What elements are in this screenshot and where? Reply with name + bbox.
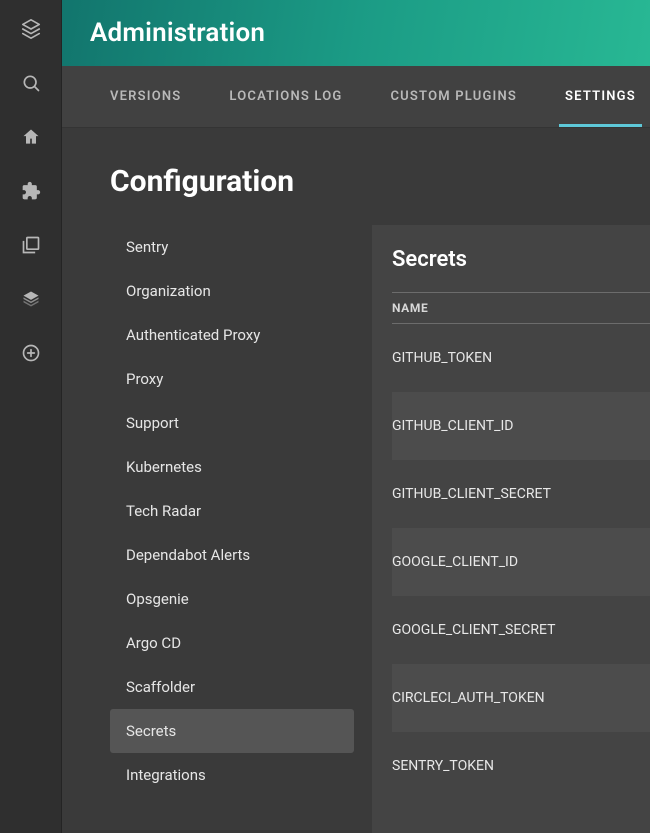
sidenav-item-tech-radar[interactable]: Tech Radar: [110, 489, 354, 533]
sidenav-item-kubernetes[interactable]: Kubernetes: [110, 445, 354, 489]
table-row[interactable]: GOOGLE_CLIENT_SECRET: [392, 596, 650, 664]
content: Configuration Sentry Organization Authen…: [62, 128, 650, 833]
secrets-table-body: GITHUB_TOKEN GITHUB_CLIENT_ID GITHUB_CLI…: [392, 324, 650, 800]
table-row[interactable]: GITHUB_TOKEN: [392, 324, 650, 392]
left-rail: [0, 0, 62, 833]
sidenav-item-argo-cd[interactable]: Argo CD: [110, 621, 354, 665]
sidenav-item-sentry[interactable]: Sentry: [110, 225, 354, 269]
app-root: Administration VERSIONS LOCATIONS LOG CU…: [0, 0, 650, 833]
library-icon[interactable]: [20, 234, 42, 256]
secrets-table-header-name: NAME: [392, 292, 650, 324]
page-header-title: Administration: [90, 18, 265, 48]
page-title: Configuration: [110, 164, 650, 199]
search-icon[interactable]: [20, 72, 42, 94]
table-row[interactable]: GOOGLE_CLIENT_ID: [392, 528, 650, 596]
secret-name: SENTRY_TOKEN: [392, 758, 494, 774]
sidenav-item-dependabot-alerts[interactable]: Dependabot Alerts: [110, 533, 354, 577]
table-row[interactable]: SENTRY_TOKEN: [392, 732, 650, 800]
tab-versions[interactable]: VERSIONS: [110, 67, 181, 126]
sidenav-item-secrets[interactable]: Secrets: [110, 709, 354, 753]
tab-custom-plugins[interactable]: CUSTOM PLUGINS: [390, 67, 517, 126]
sidenav-item-opsgenie[interactable]: Opsgenie: [110, 577, 354, 621]
sidenav-item-scaffolder[interactable]: Scaffolder: [110, 665, 354, 709]
secret-name: GOOGLE_CLIENT_SECRET: [392, 622, 555, 638]
sidenav-item-proxy[interactable]: Proxy: [110, 357, 354, 401]
tab-settings[interactable]: SETTINGS: [565, 67, 636, 126]
secrets-panel: Secrets NAME GITHUB_TOKEN GITHUB_CLIENT_…: [372, 225, 650, 833]
secret-name: CIRCLECI_AUTH_TOKEN: [392, 690, 545, 706]
sidenav-item-support[interactable]: Support: [110, 401, 354, 445]
page-header: Administration: [62, 0, 650, 66]
secrets-panel-title: Secrets: [392, 247, 650, 272]
table-row[interactable]: GITHUB_CLIENT_ID: [392, 392, 650, 460]
add-circle-icon[interactable]: [20, 342, 42, 364]
sidenav-item-authenticated-proxy[interactable]: Authenticated Proxy: [110, 313, 354, 357]
table-row[interactable]: CIRCLECI_AUTH_TOKEN: [392, 664, 650, 732]
extension-icon[interactable]: [20, 180, 42, 202]
secret-name: GITHUB_CLIENT_SECRET: [392, 486, 551, 502]
secret-name: GITHUB_CLIENT_ID: [392, 418, 513, 434]
config-sidenav: Sentry Organization Authenticated Proxy …: [110, 225, 354, 833]
app-logo-icon[interactable]: [20, 18, 42, 40]
tab-locations-log[interactable]: LOCATIONS LOG: [229, 67, 342, 126]
columns: Sentry Organization Authenticated Proxy …: [110, 225, 650, 833]
table-row[interactable]: GITHUB_CLIENT_SECRET: [392, 460, 650, 528]
secret-name: GOOGLE_CLIENT_ID: [392, 554, 518, 570]
tab-bar: VERSIONS LOCATIONS LOG CUSTOM PLUGINS SE…: [62, 66, 650, 128]
secret-name: GITHUB_TOKEN: [392, 350, 492, 366]
sidenav-item-integrations[interactable]: Integrations: [110, 753, 354, 797]
layers-icon[interactable]: [20, 288, 42, 310]
home-icon[interactable]: [20, 126, 42, 148]
main-area: Administration VERSIONS LOCATIONS LOG CU…: [62, 0, 650, 833]
sidenav-item-organization[interactable]: Organization: [110, 269, 354, 313]
